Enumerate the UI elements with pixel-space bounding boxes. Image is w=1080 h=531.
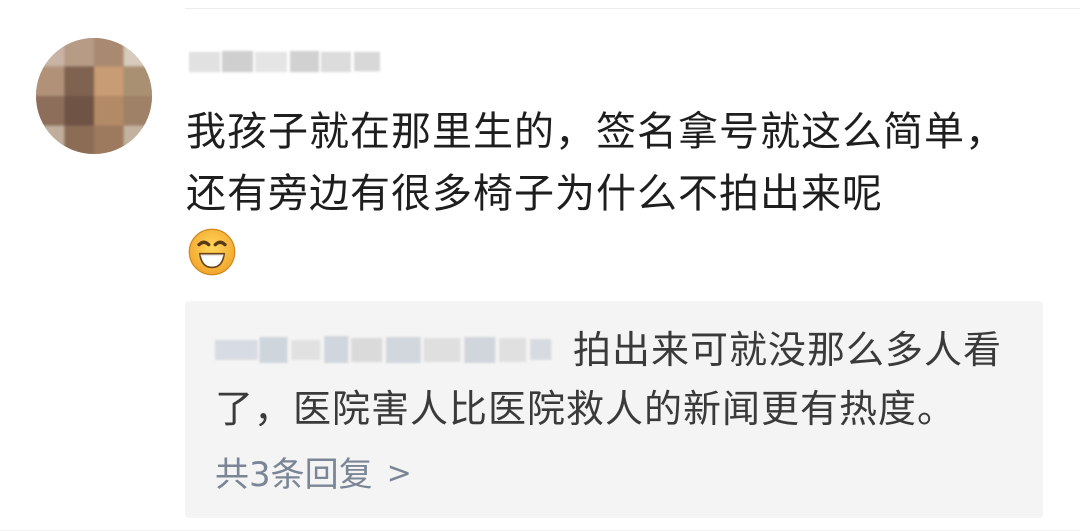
avatar[interactable]: [36, 38, 152, 154]
username-blur-icon: [185, 45, 385, 79]
top-divider: [185, 8, 1080, 9]
reply-text-line-1: 拍出来可就没那么多人看: [573, 328, 1003, 372]
chevron-right-icon: >: [386, 456, 412, 491]
grin-emoji-icon: [186, 226, 238, 278]
comment-text: 我孩子就在那里生的，签名拿号就这么简单，还有旁边有很多椅子为什么不拍出来呢: [186, 109, 1006, 217]
reply-count-link[interactable]: 共3条回复 >: [215, 452, 412, 498]
reply-count-label: 共3条回复: [215, 455, 373, 495]
blurred-avatar-image: [36, 38, 152, 154]
blurred-reply-username[interactable]: [213, 330, 561, 370]
reply-box[interactable]: 拍出来可就没那么多人看 了，医院害人比医院救人的新闻更有热度。 共3条回复 >: [185, 301, 1043, 518]
blurred-username[interactable]: [185, 45, 385, 79]
reply-username-blur-icon: [213, 330, 561, 370]
reply-text-line-2: 了，医院害人比医院救人的新闻更有热度。: [215, 387, 957, 431]
